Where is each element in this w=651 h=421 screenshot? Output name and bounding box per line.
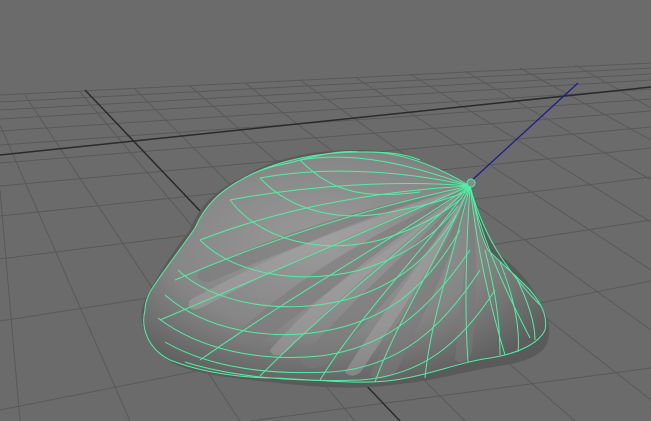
viewport-canvas[interactable] [0, 0, 651, 421]
pivot-handle[interactable] [466, 178, 476, 188]
3d-viewport[interactable] [0, 0, 651, 421]
